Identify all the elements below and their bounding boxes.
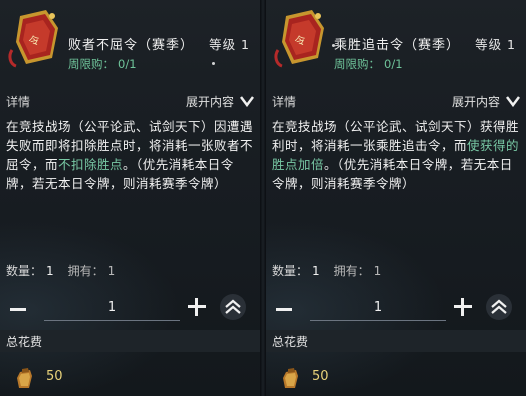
quantity-value: 1 [46, 264, 54, 278]
max-quantity-button[interactable] [220, 294, 246, 320]
item-name: 乘胜追击令（赛季） [334, 38, 461, 53]
details-label: 详情 [6, 95, 31, 109]
item-emblem-icon: 令 [274, 10, 324, 68]
quantity-label: 数量： [6, 264, 43, 278]
quantity-stepper [0, 288, 260, 324]
weekly-limit-value: 0/1 [118, 57, 137, 71]
cost-row: 50 [0, 364, 260, 390]
quantity-input[interactable] [44, 294, 180, 321]
chevron-down-icon[interactable] [506, 95, 520, 107]
quantity-row: 数量： 1 拥有： 1 [6, 262, 115, 279]
item-panel-left: 令 败者不屈令（赛季） 等级 1 周限购： 0/1 详情 展开内容 在竞技战场（公… [0, 0, 260, 396]
decrease-button[interactable] [268, 292, 296, 320]
cost-row: 50 [266, 364, 526, 390]
weekly-limit: 周限购： 0/1 [334, 56, 403, 72]
owned-value: 1 [373, 264, 382, 278]
sparkle-decoration [212, 62, 215, 65]
expand-content-button[interactable]: 展开内容 [186, 93, 234, 110]
coin-pouch-icon [17, 368, 32, 388]
plus-icon [195, 298, 198, 316]
max-quantity-button[interactable] [486, 294, 512, 320]
quantity-value: 1 [312, 264, 320, 278]
weekly-limit-value: 0/1 [384, 57, 403, 71]
decrease-button[interactable] [2, 292, 30, 320]
total-cost-label: 总花费 [272, 335, 309, 349]
item-header: 令 败者不屈令（赛季） 等级 1 周限购： 0/1 [0, 0, 260, 90]
minus-icon [10, 308, 26, 311]
item-header: 令 乘胜追击令（赛季） 等级 1 周限购： 0/1 [266, 0, 526, 90]
owned-label: 拥有： [333, 264, 370, 278]
weekly-limit-label: 周限购： [334, 57, 380, 71]
item-name: 败者不屈令（赛季） [68, 38, 195, 53]
quantity-input[interactable] [310, 294, 446, 321]
double-chevron-up-icon [225, 299, 241, 314]
total-cost-bar: 总花费 [0, 330, 260, 352]
owned-label: 拥有： [67, 264, 104, 278]
item-emblem-icon: 令 [8, 10, 58, 68]
item-level: 等级 1 [475, 37, 516, 52]
item-panel-right: 令 乘胜追击令（赛季） 等级 1 周限购： 0/1 详情 展开内容 在竞技战场（公… [266, 0, 526, 396]
owned-value: 1 [107, 264, 116, 278]
double-chevron-up-icon [491, 299, 507, 314]
weekly-limit-label: 周限购： [68, 57, 114, 71]
details-label: 详情 [272, 95, 297, 109]
details-bar: 详情 展开内容 [0, 92, 260, 110]
chevron-down-icon[interactable] [240, 95, 254, 107]
minus-icon [276, 308, 292, 311]
increase-button[interactable] [452, 296, 474, 318]
item-level: 等级 1 [209, 37, 250, 52]
total-cost-bar: 总花费 [266, 330, 526, 352]
details-bar: 详情 展开内容 [266, 92, 526, 110]
cost-value: 50 [46, 369, 63, 384]
item-description: 在竞技战场（公平论武、试剑天下）获得胜利时，将消耗一张乘胜追击令，而使获得的胜点… [272, 117, 522, 193]
coin-pouch-icon [283, 368, 298, 388]
desc-highlight: 不扣除胜点 [58, 157, 124, 172]
quantity-label: 数量： [272, 264, 309, 278]
increase-button[interactable] [186, 296, 208, 318]
quantity-row: 数量： 1 拥有： 1 [272, 262, 381, 279]
weekly-limit: 周限购： 0/1 [68, 56, 137, 72]
plus-icon [461, 298, 464, 316]
quantity-stepper [266, 288, 526, 324]
expand-content-button[interactable]: 展开内容 [452, 93, 500, 110]
total-cost-label: 总花费 [6, 335, 43, 349]
item-description: 在竞技战场（公平论武、试剑天下）因遭遇失败而即将扣除胜点时，将消耗一张败者不屈令… [6, 117, 256, 193]
cost-value: 50 [312, 369, 329, 384]
sparkle-decoration [332, 44, 335, 47]
